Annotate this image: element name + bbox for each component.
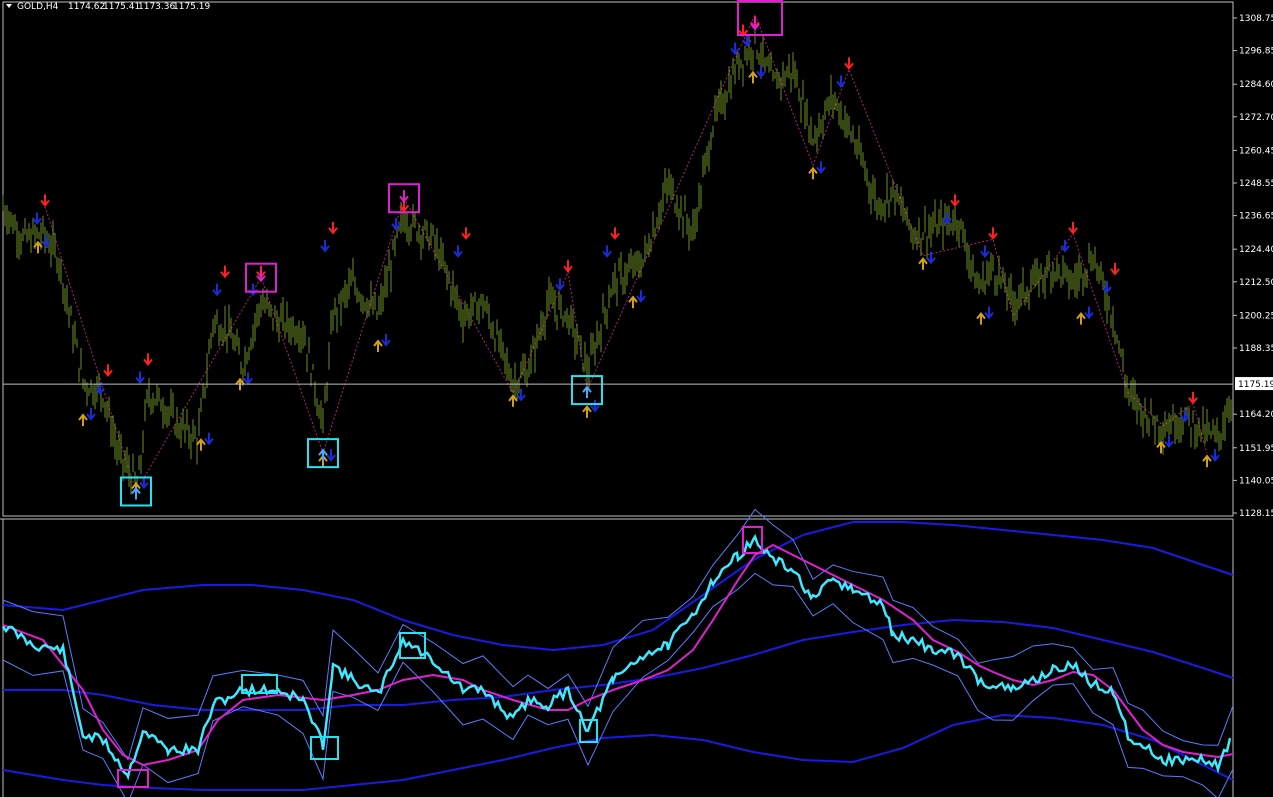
ohlc-close: 1175.19	[173, 2, 210, 12]
y-tick-label: 1296.85	[1239, 47, 1273, 57]
y-tick-label: 1200.25	[1239, 311, 1273, 321]
y-tick-label: 1248.55	[1239, 179, 1273, 189]
y-tick-label: 1188.35	[1239, 344, 1273, 354]
y-tick-label: 1236.65	[1239, 212, 1273, 222]
y-tick-label: 1212.50	[1239, 278, 1273, 288]
y-tick-label: 1272.70	[1239, 113, 1273, 123]
ohlc-open: 1174.62	[68, 2, 105, 12]
symbol-title: GOLD,H4	[17, 2, 59, 12]
y-tick-label: 1151.95	[1239, 444, 1273, 454]
chart-header: GOLD,H4 1174.62 1175.41 1173.36 1175.19	[6, 2, 210, 12]
y-tick-label: 1284.60	[1239, 80, 1273, 90]
chart-canvas[interactable]: 1308.75 1296.85 1284.60 1272.70 1260.45 1248.…	[0, 0, 1273, 797]
y-tick-label: 1308.75	[1239, 14, 1273, 24]
ohlc-high: 1175.41	[103, 2, 140, 12]
current-price-label: 1175.19	[1238, 380, 1273, 390]
ohlc-low: 1173.36	[138, 2, 175, 12]
y-tick-label: 1224.40	[1239, 245, 1273, 255]
y-tick-label: 1128.15	[1239, 509, 1273, 519]
y-tick-label: 1260.45	[1239, 146, 1273, 156]
y-tick-label: 1164.20	[1239, 410, 1273, 420]
y-tick-label: 1140.05	[1239, 476, 1273, 486]
